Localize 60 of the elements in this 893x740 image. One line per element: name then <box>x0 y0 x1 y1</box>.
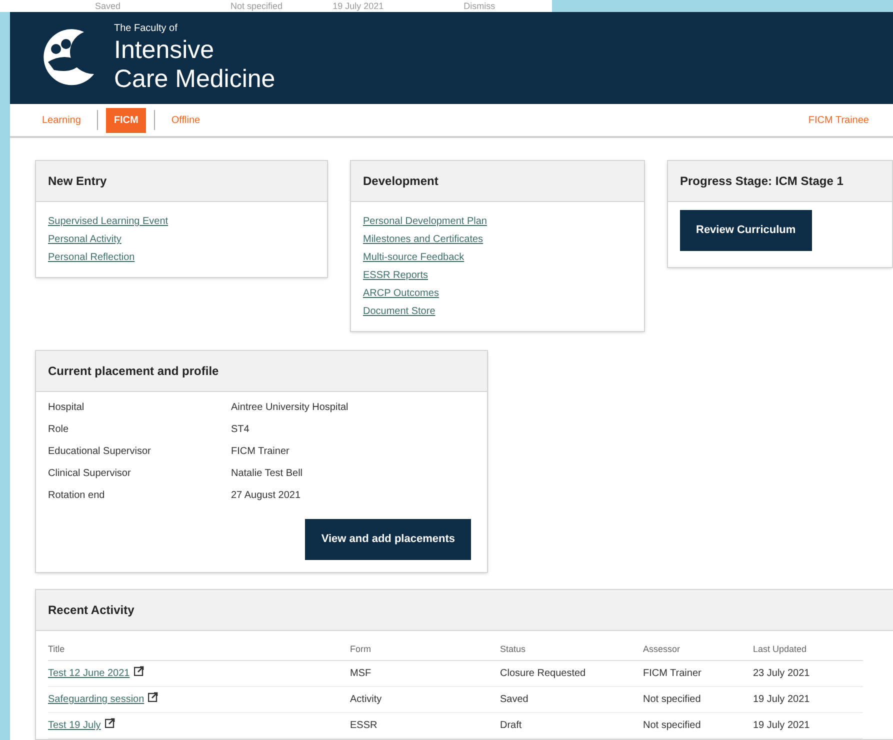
nav-tab[interactable]: Learning <box>34 108 89 132</box>
table-cell: Saved <box>95 2 121 10</box>
field-value: Aintree University Hospital <box>231 401 348 415</box>
external-link-icon <box>104 718 115 728</box>
table-cell: ESSR <box>350 712 500 738</box>
link[interactable]: Personal Reflection <box>48 250 135 265</box>
logo-title: Care Medicine <box>114 67 276 92</box>
table-cell: 19 July 2021 <box>332 2 384 10</box>
link[interactable]: Personal Activity <box>48 232 122 247</box>
review-curriculum-button[interactable]: Review Curriculum <box>680 210 812 250</box>
activity-link[interactable]: Test 12 June 2021 <box>48 668 130 679</box>
table-cell: Closure Requested <box>500 660 643 686</box>
logo-kicker: The Faculty of <box>114 24 178 34</box>
table-cell: 19 July 2021 <box>753 712 863 738</box>
table-cell: Not specified <box>643 686 753 712</box>
table-cell: 19 July 2021 <box>753 686 863 712</box>
table-cell: Not specified <box>643 712 753 738</box>
nav-tab[interactable]: FICM <box>106 108 146 132</box>
column-header: Assessor <box>643 638 753 660</box>
activity-link[interactable]: Safeguarding session <box>48 694 144 705</box>
card-title: New Entry <box>48 174 107 188</box>
table-cell: 23 July 2021 <box>753 660 863 686</box>
link[interactable]: Document Store <box>363 304 436 319</box>
table-cell: FICM Trainer <box>643 660 753 686</box>
user-name[interactable]: FICM Trainee <box>808 112 869 128</box>
column-header: Title <box>48 638 350 660</box>
field-label: Rotation end <box>48 489 106 503</box>
nav-tab[interactable]: Offline <box>163 108 208 132</box>
table-cell: Activity <box>350 686 500 712</box>
external-link-icon <box>148 692 158 702</box>
field-value: FICM Trainer <box>231 445 290 459</box>
field-value: Natalie Test Bell <box>231 467 303 481</box>
table-cell: Not specified <box>230 2 283 10</box>
link[interactable]: Supervised Learning Event <box>48 214 168 229</box>
column-header: Form <box>350 638 500 660</box>
external-link-icon <box>134 666 144 676</box>
card-title: Recent Activity <box>48 602 134 616</box>
field-value: 27 August 2021 <box>231 489 301 503</box>
field-label: Hospital <box>48 401 86 415</box>
card-title: Development <box>363 174 438 188</box>
field-label: Clinical Supervisor <box>48 467 132 481</box>
activity-link[interactable]: Test 19 July <box>48 720 101 731</box>
field-label: Role <box>48 423 70 437</box>
card-title: Progress Stage: ICM Stage 1 <box>680 174 844 188</box>
column-header: Status <box>500 638 643 660</box>
link[interactable]: Milestones and Certificates <box>363 232 484 247</box>
view-placements-button[interactable]: View and add placements <box>305 519 471 560</box>
link[interactable]: ARCP Outcomes <box>363 286 439 301</box>
field-label: Educational Supervisor <box>48 445 152 459</box>
column-header: Last Updated <box>753 638 863 660</box>
link[interactable]: ESSR Reports <box>363 268 428 283</box>
field-value: ST4 <box>231 423 250 437</box>
card-title: Current placement and profile <box>48 364 219 378</box>
table-cell: Dismiss <box>464 2 496 10</box>
table-cell: Draft <box>500 712 643 738</box>
link[interactable]: Multi-source Feedback <box>363 250 464 265</box>
table-cell: Saved <box>500 686 643 712</box>
table-cell: MSF <box>350 660 500 686</box>
logo-title: Intensive <box>114 38 216 63</box>
link[interactable]: Personal Development Plan <box>363 214 487 229</box>
